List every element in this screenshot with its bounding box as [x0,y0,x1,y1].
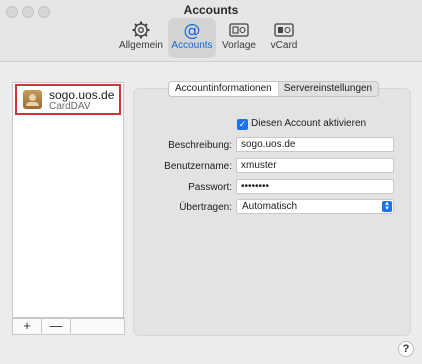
title-bar: Accounts Allgemein @ Accounts Vorlage vC… [0,0,422,62]
password-field[interactable]: •••••••• [236,179,394,194]
remove-account-button[interactable]: — [42,319,71,334]
toolbar-label: Vorlage [222,40,256,51]
svg-text:@: @ [184,21,201,39]
tab-bar: Accountinformationen Servereinstellungen [168,81,380,97]
address-book-icon [23,90,42,109]
toolbar-allgemein[interactable]: Allgemein [118,18,164,58]
gear-icon [132,21,150,39]
toolbar-label: Accounts [171,40,213,51]
enable-account-checkbox[interactable]: ✓ [237,119,248,130]
vcard-icon [274,23,294,37]
add-account-button[interactable]: + [13,319,42,334]
transfer-label: Übertragen: [179,202,232,213]
toolbar-label: Allgemein [119,40,163,51]
account-name: sogo.uos.de [49,88,115,102]
toolbar-vorlage[interactable]: Vorlage [220,18,258,58]
transfer-select[interactable]: Automatisch ▴ ▾ [236,199,394,214]
password-label: Passwort: [188,182,232,193]
accounts-list[interactable]: sogo.uos.de CardDAV [12,82,124,318]
enable-account-label: Diesen Account aktivieren [251,118,367,129]
toolbar-label: vCard [270,40,298,51]
list-toolbar: + — [12,318,125,335]
account-item-sogo[interactable]: sogo.uos.de CardDAV [15,84,121,115]
window-title: Accounts [183,3,239,17]
help-button[interactable]: ? [398,341,414,357]
at-sign-icon: @ [184,21,201,39]
template-card-icon [229,23,249,37]
username-field[interactable]: xmuster [236,158,394,173]
transfer-value: Automatisch [242,201,298,212]
toolbar-accounts[interactable]: @ Accounts [168,18,216,58]
description-label: Beschreibung: [168,140,232,151]
tab-accountinformationen[interactable]: Accountinformationen [169,82,278,96]
account-type: CardDAV [49,101,91,112]
chevron-updown-icon: ▴ ▾ [382,200,392,212]
toolbar-vcard[interactable]: vCard [266,18,302,58]
username-label: Benutzername: [164,161,232,172]
tab-servereinstellungen[interactable]: Servereinstellungen [278,82,378,96]
description-field[interactable]: sogo.uos.de [236,137,394,152]
